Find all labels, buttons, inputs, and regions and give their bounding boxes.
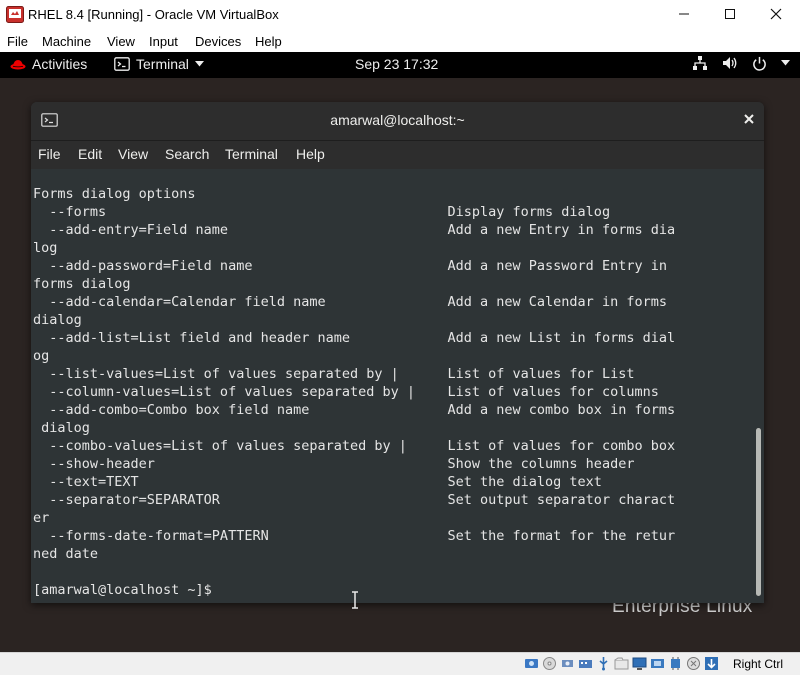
optical-drive-icon[interactable] — [542, 656, 557, 671]
vbox-menu-view[interactable]: View — [107, 34, 135, 49]
terminal-app-menu[interactable]: Terminal — [114, 56, 204, 72]
redhat-logo-icon — [10, 60, 26, 70]
vbox-menu-help[interactable]: Help — [255, 34, 282, 49]
terminal-close-button[interactable] — [744, 111, 754, 128]
vbox-status-bar: Right Ctrl — [0, 652, 800, 675]
ibeam-cursor-icon — [352, 591, 358, 609]
terminal-menu-terminal[interactable]: Terminal — [225, 146, 278, 162]
host-key-arrow-icon[interactable] — [704, 656, 719, 671]
device-status-icons — [524, 656, 719, 671]
minimize-button[interactable] — [664, 3, 704, 25]
activities-button[interactable]: Activities — [10, 56, 87, 72]
terminal-header-bar[interactable]: amarwal@localhost:~ — [31, 102, 764, 141]
terminal-window: amarwal@localhost:~ File Edit View Searc… — [31, 102, 764, 603]
terminal-menu-help[interactable]: Help — [296, 146, 325, 162]
vbox-menu-machine[interactable]: Machine — [42, 34, 91, 49]
vbox-menu-bar: File Machine View Input Devices Help — [0, 31, 800, 52]
virtualbox-vm-icon — [6, 6, 24, 23]
window-title: RHEL 8.4 [Running] - Oracle VM VirtualBo… — [28, 7, 279, 22]
minimize-icon — [679, 13, 689, 15]
close-icon — [770, 8, 782, 20]
app-menu-label: Terminal — [136, 56, 189, 72]
vbox-menu-file[interactable]: File — [7, 34, 28, 49]
power-icon — [753, 56, 766, 71]
terminal-menu-edit[interactable]: Edit — [78, 146, 102, 162]
volume-icon — [723, 57, 737, 69]
network-icon — [693, 56, 707, 70]
usb-icon[interactable] — [596, 656, 611, 671]
audio-icon[interactable] — [560, 656, 575, 671]
terminal-menu-view[interactable]: View — [118, 146, 148, 162]
vbox-title-bar: RHEL 8.4 [Running] - Oracle VM VirtualBo… — [0, 0, 800, 30]
video-capture-icon[interactable] — [650, 656, 665, 671]
terminal-menu-bar: File Edit View Search Terminal Help — [31, 141, 764, 169]
terminal-title: amarwal@localhost:~ — [330, 112, 465, 128]
terminal-scrollbar[interactable] — [753, 170, 764, 603]
mouse-integration-icon[interactable] — [686, 656, 701, 671]
terminal-output: Forms dialog options --forms Display for… — [33, 186, 676, 598]
chevron-down-icon — [194, 61, 204, 67]
shared-folders-icon[interactable] — [614, 656, 629, 671]
vbox-menu-input[interactable]: Input — [149, 34, 178, 49]
terminal-menu-search[interactable]: Search — [165, 146, 209, 162]
close-window-button[interactable] — [756, 3, 796, 25]
mouse-ibeam-cursor — [350, 591, 362, 611]
terminal-icon — [114, 57, 130, 71]
network-adapter-icon[interactable] — [578, 656, 593, 671]
terminal-menu-file[interactable]: File — [38, 146, 61, 162]
clock[interactable]: Sep 23 17:32 — [355, 56, 438, 72]
chevron-down-icon — [781, 60, 790, 66]
maximize-icon — [725, 9, 735, 19]
hard-disk-icon[interactable] — [524, 656, 539, 671]
vbox-menu-devices[interactable]: Devices — [195, 34, 241, 49]
maximize-button[interactable] — [710, 3, 750, 25]
close-icon — [744, 114, 754, 124]
scrollbar-thumb[interactable] — [756, 428, 761, 596]
activities-label: Activities — [32, 56, 88, 72]
cpu-icon[interactable] — [668, 656, 683, 671]
display-icon[interactable] — [632, 656, 647, 671]
gnome-top-bar: Activities Terminal Sep 23 17:32 — [0, 52, 800, 78]
host-key-label: Right Ctrl — [733, 657, 784, 671]
terminal-output-area[interactable]: Forms dialog options --forms Display for… — [31, 170, 753, 603]
system-tray[interactable] — [692, 55, 790, 71]
